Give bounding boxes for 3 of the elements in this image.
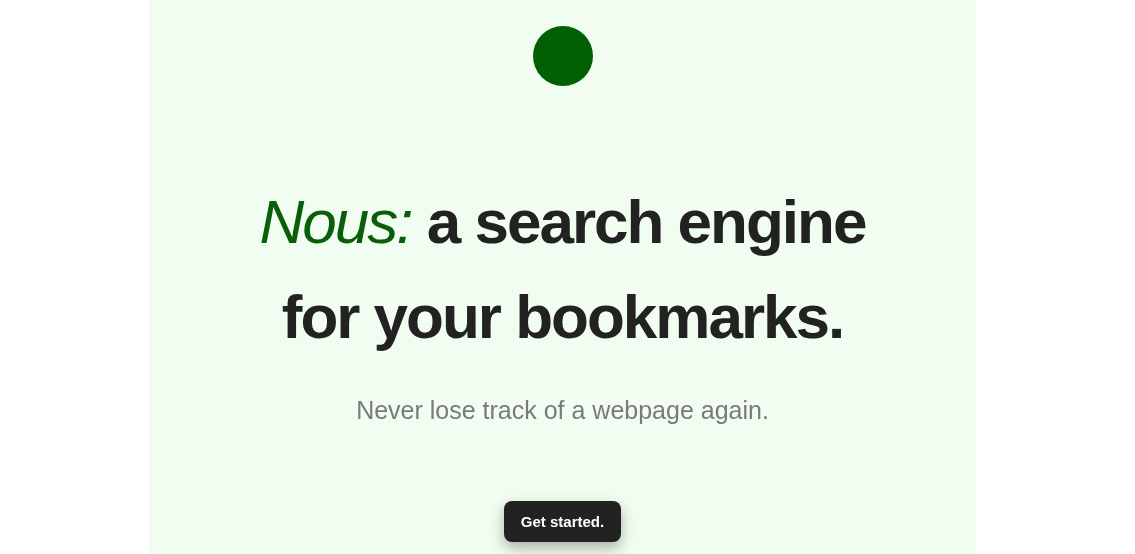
headline: Nous: a search engine for your bookmarks. (258, 186, 867, 353)
get-started-button[interactable]: Get started. (503, 501, 622, 542)
tagline: Never lose track of a webpage again. (356, 396, 769, 425)
